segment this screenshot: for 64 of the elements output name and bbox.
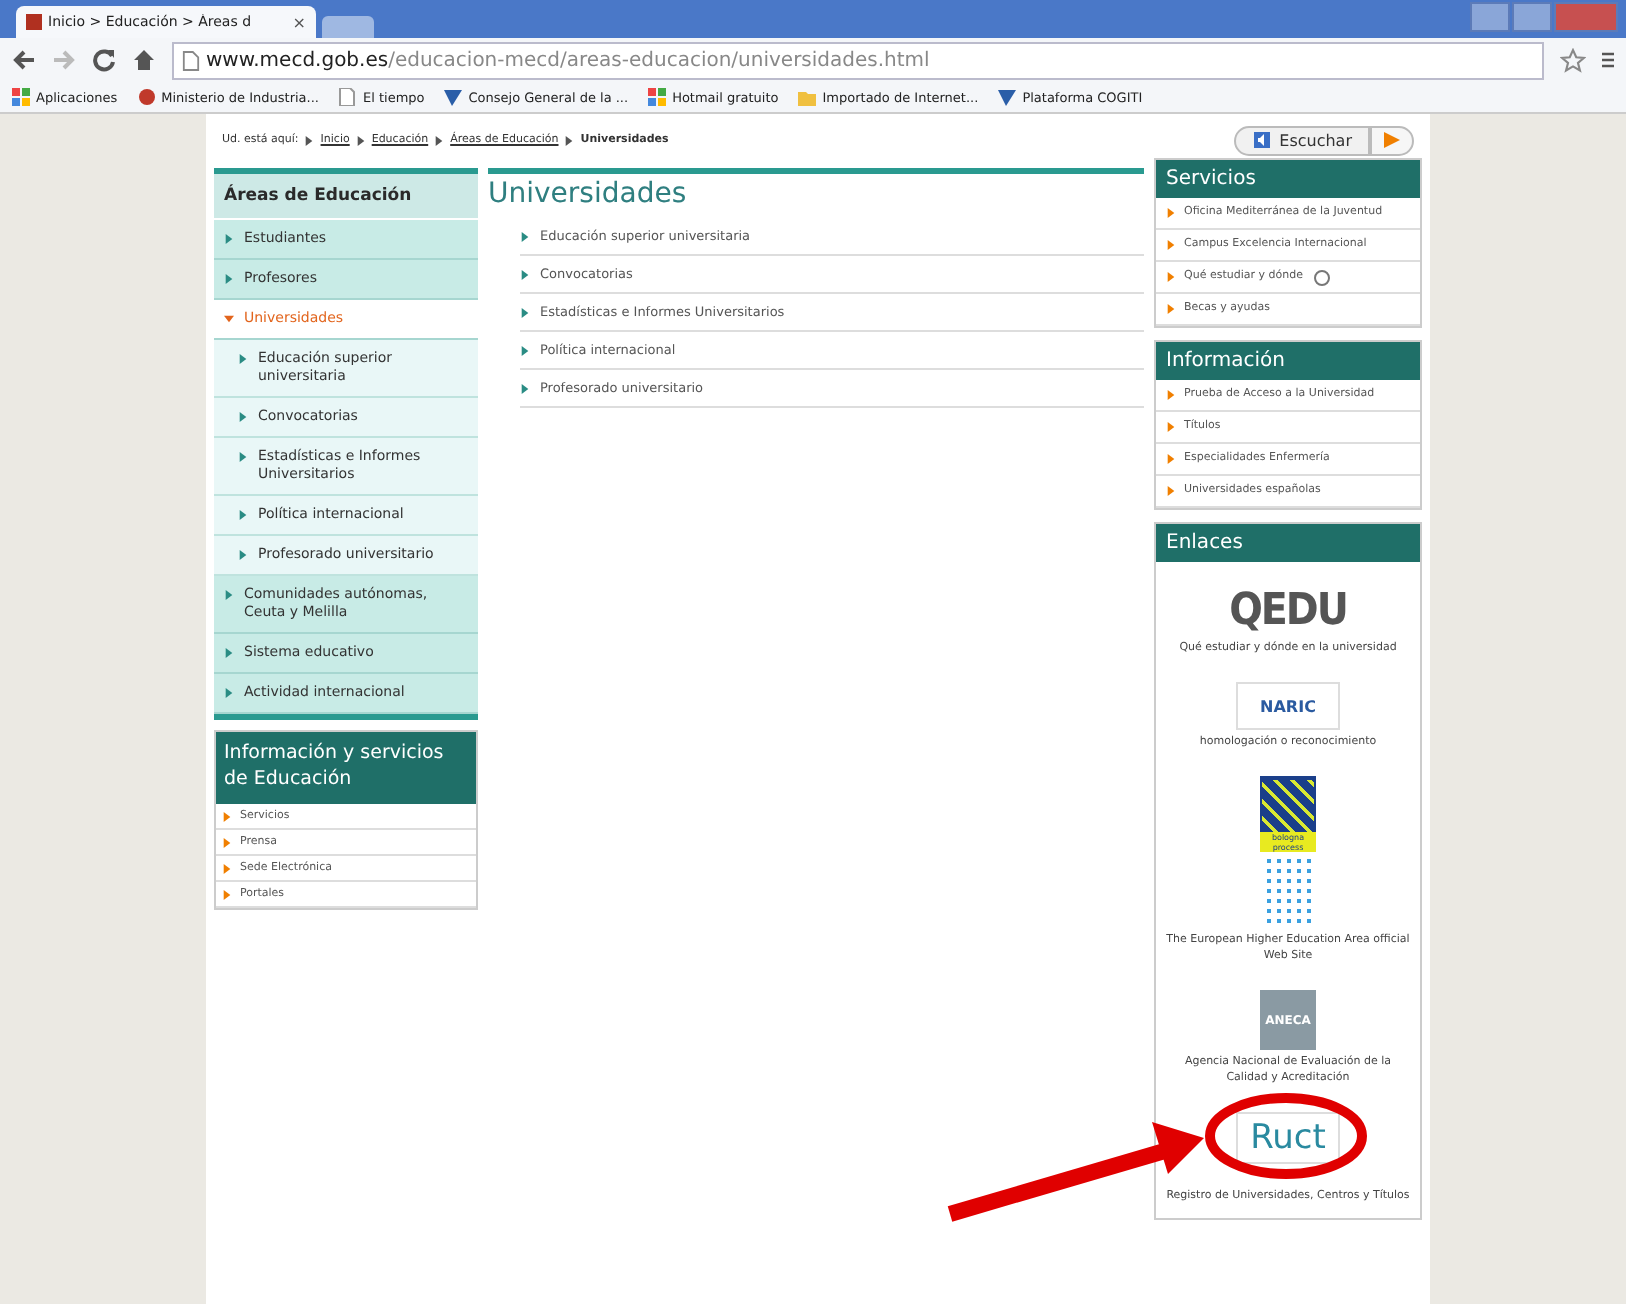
triangle-icon	[520, 269, 530, 279]
triangle-icon	[222, 811, 232, 821]
triangle-icon	[1166, 454, 1176, 464]
panel-heading: Servicios	[1156, 160, 1420, 198]
triangle-icon	[434, 135, 445, 145]
triangle-icon	[224, 234, 234, 244]
triangle-icon	[224, 688, 234, 698]
triangle-icon	[355, 135, 366, 145]
forward-icon[interactable]	[52, 48, 76, 72]
triangle-icon	[224, 590, 234, 600]
qedu-logo[interactable]: QEDU	[1229, 586, 1347, 636]
triangle-icon	[304, 135, 315, 145]
triangle-icon	[224, 648, 234, 658]
page-icon	[338, 88, 357, 106]
menu-icon[interactable]	[1602, 50, 1614, 70]
favicon-icon	[26, 14, 42, 30]
url-path: /educacion-mecd/areas-educacion/universidades.html	[388, 49, 930, 71]
triangle-icon	[238, 452, 248, 462]
triangle-icon	[564, 135, 575, 145]
minimize-button[interactable]	[1470, 2, 1510, 32]
triangle-icon	[1166, 422, 1176, 432]
play-icon	[1384, 132, 1400, 148]
maximize-button[interactable]	[1512, 2, 1552, 32]
home-icon[interactable]	[132, 48, 156, 72]
triangle-icon	[1166, 486, 1176, 496]
triangle-icon	[224, 274, 234, 284]
triangle-icon	[238, 510, 248, 520]
panel-heading: Información y servicios de Educación	[216, 732, 476, 804]
triangle-icon	[1166, 304, 1176, 314]
naric-logo[interactable]: NARIC	[1236, 682, 1340, 730]
play-button[interactable]	[1370, 125, 1414, 155]
triangle-icon	[1166, 240, 1176, 250]
triangle-icon	[1166, 390, 1176, 400]
site-icon	[137, 88, 156, 106]
page-icon	[182, 49, 200, 71]
triangle-icon	[520, 345, 530, 355]
listen-button[interactable]: Escuchar	[1233, 125, 1370, 155]
panel-heading: Información	[1156, 342, 1420, 380]
ruct-logo[interactable]: Ruct	[1236, 1112, 1340, 1164]
speaker-icon	[1251, 130, 1272, 150]
triangle-icon	[520, 307, 530, 317]
folder-icon	[798, 88, 817, 106]
page-title: Universidades	[488, 178, 689, 210]
close-tab-button[interactable]: ×	[292, 13, 306, 31]
grid-icon	[12, 88, 30, 106]
reload-icon[interactable]	[92, 48, 116, 72]
panel-heading: Enlaces	[1156, 524, 1420, 562]
triangle-icon	[1166, 272, 1176, 282]
address-bar[interactable]: www.mecd.gob.es/educacion-mecd/areas-educacion/universidades.html	[172, 41, 1544, 79]
triangle-icon	[222, 889, 232, 899]
triangle-icon	[222, 837, 232, 847]
sidebar-heading: Áreas de Educación	[214, 174, 478, 220]
triangle-icon	[1166, 208, 1176, 218]
back-icon[interactable]	[12, 48, 36, 72]
triangle-icon	[238, 550, 248, 560]
grid-icon	[648, 88, 667, 106]
triangle-icon	[238, 412, 248, 422]
star-icon[interactable]	[1560, 47, 1586, 73]
triangle-icon	[520, 383, 530, 393]
triangle-icon	[520, 231, 530, 241]
triangle-icon	[222, 863, 232, 873]
expanded-triangle-icon	[224, 314, 234, 324]
url-domain: www.mecd.gob.es	[206, 49, 389, 71]
triangle-icon	[238, 354, 248, 364]
